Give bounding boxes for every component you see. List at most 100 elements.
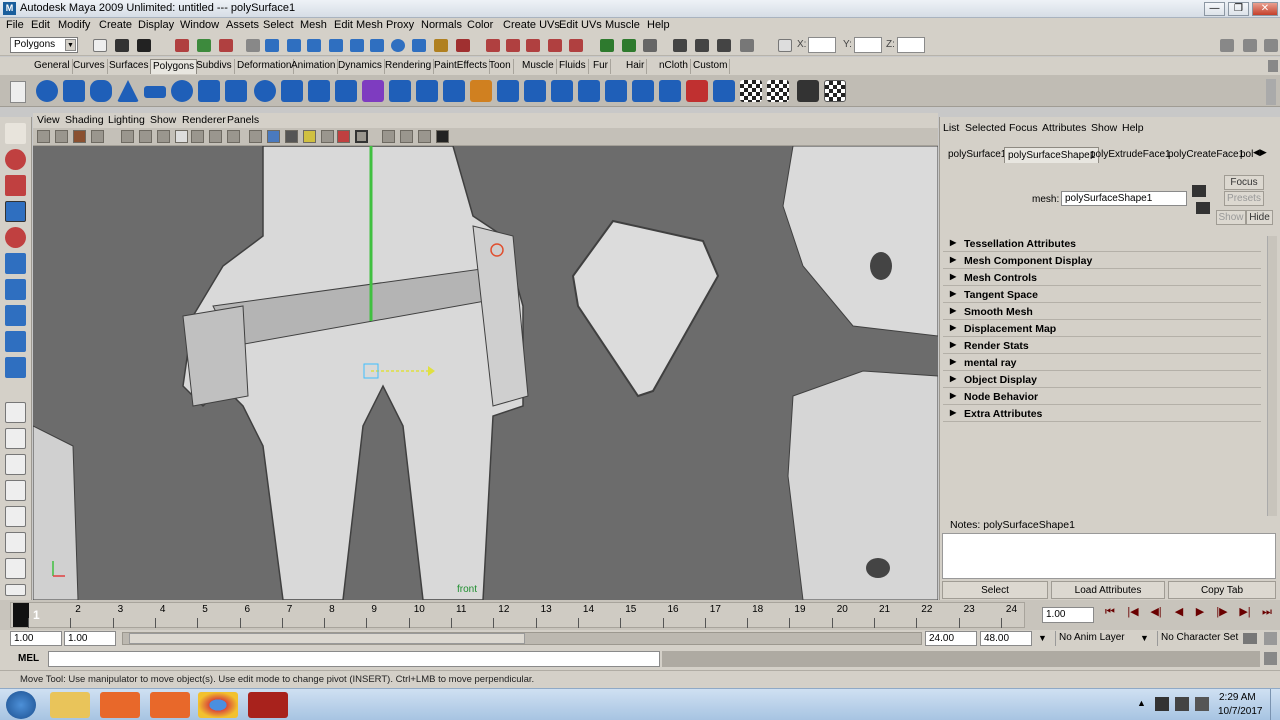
universal-manipulator-icon[interactable] <box>5 279 26 300</box>
menu-display[interactable]: Display <box>138 19 174 31</box>
render-settings-icon[interactable] <box>717 39 731 52</box>
poly-plane-icon[interactable] <box>144 86 166 98</box>
section-mental-ray[interactable]: ▶ mental ray <box>943 355 1261 371</box>
safe-title-icon[interactable] <box>227 130 240 143</box>
section-mesh-component-display[interactable]: ▶ Mesh Component Display <box>943 253 1261 269</box>
attr-tab-polysurfaceshape1[interactable]: polySurfaceShape1 <box>1004 147 1100 163</box>
camera-attributes-icon[interactable] <box>55 130 68 143</box>
grid-icon[interactable] <box>121 130 134 143</box>
layout-persp-graph-icon[interactable] <box>5 480 26 501</box>
maya-taskbar-icon[interactable] <box>248 692 288 718</box>
layout-menu-icon[interactable] <box>5 584 26 596</box>
attr-menu-attributes[interactable]: Attributes <box>1042 122 1086 134</box>
time-slider[interactable]: 1 2 3 4 5 6 7 8 9 10 11 12 13 14 15 16 17 18 19 20 21 22 23 24 … <box>0 600 1280 630</box>
select-object-icon[interactable] <box>197 39 211 52</box>
select-by-surface-icon[interactable] <box>329 39 343 52</box>
last-tool-icon[interactable] <box>5 357 26 378</box>
camera-select-icon[interactable] <box>37 130 50 143</box>
shelf-tab-hair[interactable]: Hair <box>624 59 648 74</box>
panel-menu-panels[interactable]: Panels <box>227 114 259 126</box>
layout-hypershade-icon[interactable] <box>5 506 26 527</box>
snap-grid-icon[interactable] <box>486 39 500 52</box>
menu-help[interactable]: Help <box>647 19 670 31</box>
select-hierarchy-icon[interactable] <box>175 39 189 52</box>
playback-start-field[interactable]: 1.00 <box>64 631 116 646</box>
menu-edit-uvs[interactable]: Edit UVs <box>559 19 602 31</box>
shelf-scroll[interactable] <box>1266 79 1276 105</box>
attr-menu-list[interactable]: List <box>943 122 959 134</box>
menu-create-uvs[interactable]: Create UVs <box>503 19 560 31</box>
poly-cylinder-icon[interactable] <box>90 80 112 102</box>
open-scene-icon[interactable] <box>115 39 129 52</box>
current-frame-field[interactable]: 1.00 <box>1042 607 1094 623</box>
section-node-behavior[interactable]: ▶ Node Behavior <box>943 389 1261 405</box>
section-tangent-space[interactable]: ▶ Tangent Space <box>943 287 1261 303</box>
layout-single-icon[interactable] <box>5 402 26 423</box>
playback-end-field[interactable]: 24.00 <box>925 631 977 646</box>
menu-select[interactable]: Select <box>263 19 294 31</box>
textured-icon[interactable] <box>303 130 316 143</box>
menu-window[interactable]: Window <box>180 19 219 31</box>
merge-icon[interactable] <box>551 80 573 102</box>
select-tool-icon[interactable] <box>5 123 26 144</box>
shelf-tab-fluids[interactable]: Fluids <box>557 59 589 74</box>
shelf-tab-animation[interactable]: Animation <box>289 59 339 74</box>
smooth-shade-icon[interactable] <box>267 130 280 143</box>
layout-uv-icon[interactable] <box>5 532 26 553</box>
isolate-select-icon[interactable] <box>355 130 368 143</box>
safe-action-icon[interactable] <box>209 130 222 143</box>
poly-sphere-icon[interactable] <box>36 80 58 102</box>
select-by-misc-icon[interactable] <box>412 39 426 52</box>
save-scene-icon[interactable] <box>137 39 151 52</box>
play-forward-icon[interactable]: ▶ <box>1191 605 1209 621</box>
character-set-dropdown[interactable]: No Character Set <box>1157 631 1241 646</box>
menu-normals[interactable]: Normals <box>421 19 462 31</box>
anim-layer-dropdown[interactable]: No Anim Layer <box>1055 631 1151 646</box>
mel-input[interactable] <box>48 651 660 667</box>
file-explorer-icon[interactable] <box>50 692 90 718</box>
smooth-icon[interactable] <box>362 80 384 102</box>
separate-icon[interactable] <box>308 80 330 102</box>
show-desktop-button[interactable] <box>1270 689 1280 720</box>
checker-map-icon[interactable] <box>740 80 762 102</box>
panel-menu-shading[interactable]: Shading <box>65 114 104 126</box>
section-extra-attributes[interactable]: ▶ Extra Attributes <box>943 406 1261 422</box>
layout-custom-icon[interactable] <box>5 558 26 579</box>
menu-file[interactable]: File <box>6 19 24 31</box>
mesh-name-field[interactable]: polySurfaceShape1 <box>1061 191 1187 206</box>
highlight-icon[interactable] <box>456 39 470 52</box>
shelf-tab-dynamics[interactable]: Dynamics <box>336 59 385 74</box>
shelf-tab-curves[interactable]: Curves <box>71 59 108 74</box>
new-scene-icon[interactable] <box>93 39 107 52</box>
offset-edge-loop-icon[interactable] <box>524 80 546 102</box>
select-by-handle-icon[interactable] <box>265 39 279 52</box>
render-icon[interactable] <box>673 39 687 52</box>
volume-icon[interactable] <box>1195 697 1209 711</box>
resolution-gate-icon[interactable] <box>157 130 170 143</box>
attribute-editor-toggle-icon[interactable] <box>1243 39 1257 52</box>
attr-menu-focus[interactable]: Focus <box>1009 122 1038 134</box>
step-back-frame-icon[interactable]: ◀| <box>1147 605 1165 621</box>
action-center-icon[interactable] <box>1155 697 1169 711</box>
select-button[interactable]: Select <box>942 581 1048 599</box>
range-handle[interactable] <box>129 633 525 644</box>
menu-create[interactable]: Create <box>99 19 132 31</box>
snap-view-plane-icon[interactable] <box>548 39 562 52</box>
network-icon[interactable] <box>1175 697 1189 711</box>
section-tessellation[interactable]: ▶ Tessellation Attributes <box>943 236 1261 252</box>
hypershade-icon[interactable] <box>740 39 754 52</box>
layout-persp-outliner-icon[interactable] <box>5 454 26 475</box>
fill-hole-icon[interactable] <box>659 80 681 102</box>
shelf-options-icon[interactable] <box>1268 60 1278 72</box>
shelf-tab-subdivs[interactable]: Subdivs <box>194 59 235 74</box>
lock-icon[interactable] <box>434 39 448 52</box>
chrome-icon[interactable] <box>198 692 238 718</box>
append-poly-icon[interactable] <box>443 80 465 102</box>
field-chart-icon[interactable] <box>191 130 204 143</box>
shelf-tab-toon[interactable]: Toon <box>487 59 514 74</box>
start-button-icon[interactable] <box>6 691 36 719</box>
menu-edit[interactable]: Edit <box>31 19 50 31</box>
insert-edge-loop-icon[interactable] <box>497 80 519 102</box>
select-by-pivot-icon[interactable] <box>287 39 301 52</box>
panel-menu-show[interactable]: Show <box>150 114 176 126</box>
